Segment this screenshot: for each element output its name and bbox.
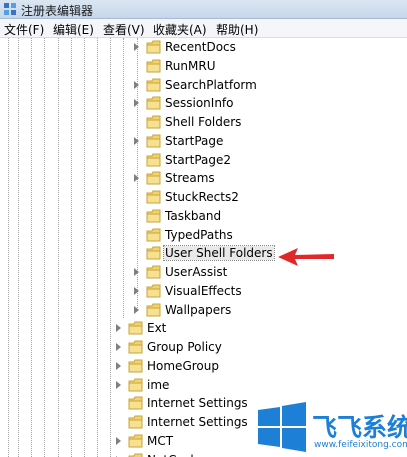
tree-node-label: SearchPlatform <box>165 77 257 92</box>
tree-node[interactable]: Shell Folders <box>0 113 407 132</box>
folder-icon <box>146 228 161 241</box>
expand-arrow-icon[interactable] <box>116 343 121 351</box>
tree-node[interactable]: RecentDocs <box>0 38 407 57</box>
tree-node-label: StuckRects2 <box>165 190 239 204</box>
tree-node[interactable]: SearchPlatform <box>0 76 407 95</box>
tree-node[interactable]: StuckRects2 <box>0 188 407 207</box>
expand-arrow-icon[interactable] <box>134 286 139 295</box>
folder-icon <box>128 453 143 457</box>
folder-icon <box>146 40 161 54</box>
expand-arrow-icon[interactable] <box>116 324 121 333</box>
tree-node[interactable]: RunMRU <box>0 57 407 76</box>
folder-icon <box>128 340 143 354</box>
title-bar: 注册表编辑器 <box>0 0 407 19</box>
tree-node-label: User Shell Folders <box>163 245 275 262</box>
tree-node-label: Ext <box>147 321 167 336</box>
watermark-url: www.feifeixitong.com <box>314 440 407 450</box>
folder-icon <box>128 396 143 410</box>
folder-icon <box>146 115 161 129</box>
tree-node-label: SessionInfo <box>165 96 234 111</box>
tree-node[interactable]: StartPage2 <box>0 151 407 170</box>
folder-icon <box>146 209 161 223</box>
tree-node[interactable]: Taskband <box>0 207 407 226</box>
tree-node-label: Group Policy <box>147 340 222 354</box>
folder-icon <box>146 190 161 204</box>
folder-icon <box>128 415 143 429</box>
tree-node-label: StartPage2 <box>165 152 231 167</box>
tree-node[interactable]: HomeGroup <box>0 357 407 376</box>
expand-arrow-icon[interactable] <box>134 43 139 51</box>
folder-icon <box>146 246 161 260</box>
tree-node-label: HomeGroup <box>147 358 219 373</box>
tree-node[interactable]: User Shell Folders <box>0 244 407 263</box>
expand-arrow-icon[interactable] <box>134 136 139 145</box>
window-title: 注册表编辑器 <box>21 4 94 18</box>
expand-arrow-icon[interactable] <box>134 174 139 183</box>
menu-help[interactable]: 帮助(H) <box>216 21 258 38</box>
tree-node-label: Streams <box>165 171 215 186</box>
folder-icon <box>146 96 161 110</box>
tree-node[interactable]: UserAssist <box>0 263 407 282</box>
tree-node-label: Internet Settings <box>147 415 248 429</box>
menu-favorites[interactable]: 收藏夹(A) <box>153 21 207 38</box>
expand-arrow-icon[interactable] <box>134 305 139 314</box>
folder-icon <box>146 153 161 166</box>
tree-node[interactable]: Group Policy <box>0 338 407 357</box>
tree-node-label: Shell Folders <box>165 115 242 129</box>
watermark-logo: 飞飞系统 www.feifeixitong.com <box>242 396 407 457</box>
expand-arrow-icon[interactable] <box>116 436 121 445</box>
annotation-arrow <box>278 248 334 266</box>
menu-edit[interactable]: 编辑(E) <box>53 21 94 38</box>
expand-arrow-icon[interactable] <box>134 99 139 108</box>
menu-file[interactable]: 文件(F) <box>4 21 44 38</box>
regedit-icon <box>4 3 16 15</box>
tree-node[interactable]: Wallpapers <box>0 301 407 320</box>
folder-icon <box>146 265 161 279</box>
expand-arrow-icon[interactable] <box>116 380 121 389</box>
tree-node[interactable]: StartPage <box>0 132 407 151</box>
tree-node[interactable]: SessionInfo <box>0 94 407 113</box>
expand-arrow-icon[interactable] <box>134 80 139 89</box>
menu-view[interactable]: 查看(V) <box>103 21 145 38</box>
tree-node[interactable]: ime <box>0 376 407 395</box>
expand-arrow-icon[interactable] <box>116 361 121 370</box>
tree-node[interactable]: Ext <box>0 319 407 338</box>
tree-node[interactable]: VisualEffects <box>0 282 407 301</box>
tree-node-label: NetCache <box>146 453 206 457</box>
registry-tree[interactable]: RecentDocs RunMRU SearchPlatform SessionInf… <box>0 38 407 457</box>
folder-icon <box>146 134 161 148</box>
tree-node-label: MCT <box>147 433 174 448</box>
watermark-brand: 飞飞系统 <box>312 413 407 442</box>
folder-icon <box>146 171 161 185</box>
tree-node-label: StartPage <box>165 133 224 148</box>
tree-node-label: RunMRU <box>165 58 216 73</box>
tree-node-label: UserAssist <box>165 265 228 279</box>
folder-icon <box>128 434 143 448</box>
tree-node-label: TypedPaths <box>165 227 233 242</box>
tree-node-label: RecentDocs <box>165 40 236 54</box>
tree-node-label: VisualEffects <box>165 283 242 298</box>
menu-bar: 文件(F) 编辑(E) 查看(V) 收藏夹(A) 帮助(H) <box>0 19 407 38</box>
tree-node[interactable]: TypedPaths <box>0 226 407 245</box>
folder-icon <box>128 359 143 373</box>
folder-icon <box>128 378 143 391</box>
tree-node-label: ime <box>147 377 170 392</box>
folder-icon <box>146 78 161 91</box>
tree-node-label: Wallpapers <box>165 302 232 317</box>
tree-node[interactable]: Streams <box>0 169 407 188</box>
tree-node-label: Internet Settings <box>147 396 248 411</box>
expand-arrow-icon[interactable] <box>134 268 139 276</box>
folder-icon <box>146 284 161 298</box>
tree-node-label: Taskband <box>165 208 222 223</box>
folder-icon <box>146 303 161 316</box>
folder-icon <box>146 59 161 73</box>
folder-icon <box>128 321 143 335</box>
